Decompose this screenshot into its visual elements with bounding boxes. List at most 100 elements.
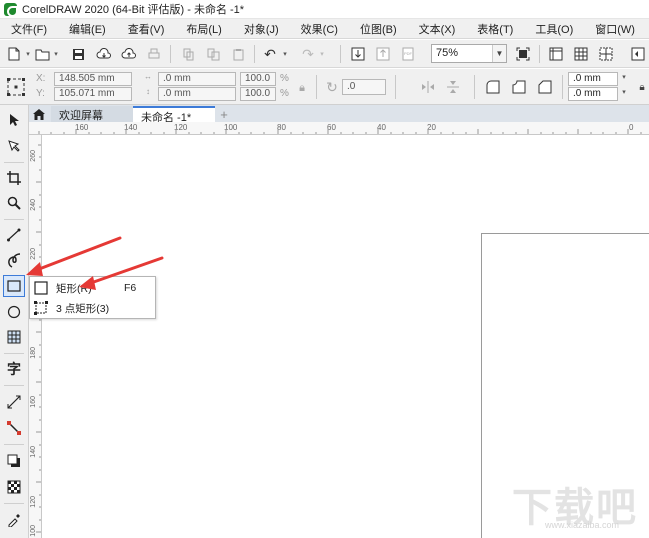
round-corner-icon[interactable] (482, 76, 504, 98)
corner-radius-spin-1-icon[interactable]: ▾ (620, 73, 628, 81)
options-icon[interactable] (628, 44, 648, 64)
cut-icon[interactable] (178, 44, 198, 64)
rectangle-tool-icon[interactable] (3, 275, 25, 297)
scale-w-percent: % (280, 73, 289, 84)
mirror-vertical-icon[interactable] (443, 77, 463, 97)
menu-table[interactable]: 表格(T) (466, 21, 524, 37)
zoom-level-select[interactable]: 75% ▼ (431, 44, 507, 63)
rotation-field[interactable]: .0 (342, 79, 386, 95)
tab-document[interactable]: 未命名 -1* (133, 106, 215, 124)
height-field[interactable]: .0 mm (158, 87, 236, 101)
undo-dropdown-icon[interactable]: ▾ (281, 50, 289, 58)
print-icon[interactable] (144, 44, 164, 64)
lock-ratio-icon[interactable]: 🔒︎ (292, 78, 312, 98)
menu-effects[interactable]: 效果(C) (290, 21, 349, 37)
menu-layout[interactable]: 布局(L) (175, 21, 232, 37)
open-folder-icon[interactable] (32, 44, 52, 64)
save-icon[interactable] (68, 44, 88, 64)
flyout-3-point-rectangle-label: 3 点矩形(3) (56, 302, 110, 315)
standard-toolbar: ▾ ▾ ↶ ▾ ↷ ▾ PDF 75% ▼ (0, 40, 649, 68)
corner-radius-spin-2-icon[interactable]: ▾ (620, 88, 628, 96)
cloud-upload-icon[interactable] (119, 44, 139, 64)
home-icon[interactable] (29, 106, 49, 122)
full-screen-icon[interactable] (513, 44, 533, 64)
corner-lock-icon[interactable]: 🔒︎ (632, 77, 649, 97)
ellipse-tool-icon[interactable] (3, 301, 25, 323)
add-tab-icon[interactable]: + (217, 106, 231, 122)
cloud-download-icon[interactable] (94, 44, 114, 64)
3-point-rectangle-icon (34, 301, 48, 315)
drop-shadow-tool-icon[interactable] (3, 450, 25, 472)
svg-text:PDF: PDF (404, 51, 413, 56)
rectangle-icon (34, 281, 48, 295)
rotate-icon: ↻ (326, 78, 338, 95)
crop-tool-icon[interactable] (3, 167, 25, 189)
menu-object[interactable]: 对象(J) (233, 21, 290, 37)
scallop-corner-icon[interactable] (508, 76, 530, 98)
y-position-field[interactable]: 105.071 mm (54, 87, 132, 101)
coreldraw-logo-icon (4, 2, 18, 17)
menu-view[interactable]: 查看(V) (117, 21, 176, 37)
export-icon[interactable] (373, 44, 393, 64)
artistic-media-tool-icon[interactable] (3, 249, 25, 271)
page-size-icon[interactable] (4, 75, 28, 99)
rulers-icon[interactable] (546, 44, 566, 64)
table-tool-icon[interactable] (3, 326, 25, 348)
connector-tool-icon[interactable] (3, 417, 25, 439)
menu-text[interactable]: 文本(X) (408, 21, 467, 37)
freehand-tool-icon[interactable] (3, 224, 25, 246)
import-icon[interactable] (348, 44, 368, 64)
flyout-item-3-point-rectangle[interactable]: 3 点矩形(3) (30, 298, 155, 318)
rectangle-tool-flyout: 矩形(R) F6 3 点矩形(3) (29, 276, 156, 319)
flyout-item-rectangle[interactable]: 矩形(R) F6 (30, 278, 155, 298)
document-tab-bar: 欢迎屏幕 未命名 -1* + (29, 105, 649, 124)
new-document-icon[interactable] (4, 44, 24, 64)
scale-height-field[interactable]: 100.0 (240, 87, 276, 101)
x-position-field[interactable]: 148.505 mm (54, 72, 132, 86)
zoom-level-value: 75% (436, 47, 459, 59)
pick-tool-icon[interactable] (3, 109, 25, 131)
redo-icon[interactable]: ↷ (298, 44, 318, 64)
menu-bar: 文件(F) 编辑(E) 查看(V) 布局(L) 对象(J) 效果(C) 位图(B… (0, 19, 649, 39)
toolbox: 字 (0, 105, 29, 538)
menu-edit[interactable]: 编辑(E) (58, 21, 117, 37)
eyedropper-tool-icon[interactable] (3, 509, 25, 531)
new-dropdown-icon[interactable]: ▾ (24, 50, 32, 58)
shape-tool-icon[interactable] (3, 135, 25, 157)
chamfer-corner-icon[interactable] (534, 76, 556, 98)
redo-dropdown-icon[interactable]: ▾ (318, 50, 326, 58)
corner-radius-field-2[interactable]: .0 mm (568, 87, 618, 101)
corner-radius-field-1[interactable]: .0 mm (568, 72, 618, 86)
width-icon: ↔ (144, 72, 152, 81)
watermark-url: www.xiazaiba.com (545, 520, 620, 530)
undo-icon[interactable]: ↶ (260, 44, 280, 64)
height-icon: ↕ (146, 87, 150, 96)
zoom-tool-icon[interactable] (3, 192, 25, 214)
scale-width-field[interactable]: 100.0 (240, 72, 276, 86)
menu-file[interactable]: 文件(F) (0, 21, 58, 37)
zoom-dropdown-icon[interactable]: ▼ (492, 45, 506, 62)
horizontal-ruler: 160 140 120 100 80 60 40 20 0 (29, 122, 649, 135)
tab-welcome-label: 欢迎屏幕 (59, 110, 103, 122)
property-bar: X: Y: 148.505 mm 105.071 mm ↔ ↕ .0 mm .0… (0, 69, 649, 105)
export-pdf-icon[interactable]: PDF (398, 44, 418, 64)
transparency-tool-icon[interactable] (3, 476, 25, 498)
paste-icon[interactable] (228, 44, 248, 64)
guidelines-icon[interactable] (596, 44, 616, 64)
y-label: Y: (36, 88, 45, 99)
width-field[interactable]: .0 mm (158, 72, 236, 86)
parallel-dimension-tool-icon[interactable] (3, 391, 25, 413)
open-dropdown-icon[interactable]: ▾ (52, 50, 60, 58)
x-label: X: (36, 73, 46, 84)
mirror-horizontal-icon[interactable] (418, 77, 438, 97)
menu-tools[interactable]: 工具(O) (524, 21, 584, 37)
tab-welcome-screen[interactable]: 欢迎屏幕 (51, 106, 133, 122)
text-tool-icon[interactable]: 字 (3, 358, 25, 380)
window-title: CorelDRAW 2020 (64-Bit 评估版) - 未命名 -1* (22, 4, 245, 16)
menu-window[interactable]: 窗口(W) (584, 21, 646, 37)
copy-icon[interactable] (203, 44, 223, 64)
scale-h-percent: % (280, 88, 289, 99)
grid-icon[interactable] (571, 44, 591, 64)
menu-bitmaps[interactable]: 位图(B) (349, 21, 408, 37)
flyout-rectangle-shortcut: F6 (124, 282, 137, 294)
